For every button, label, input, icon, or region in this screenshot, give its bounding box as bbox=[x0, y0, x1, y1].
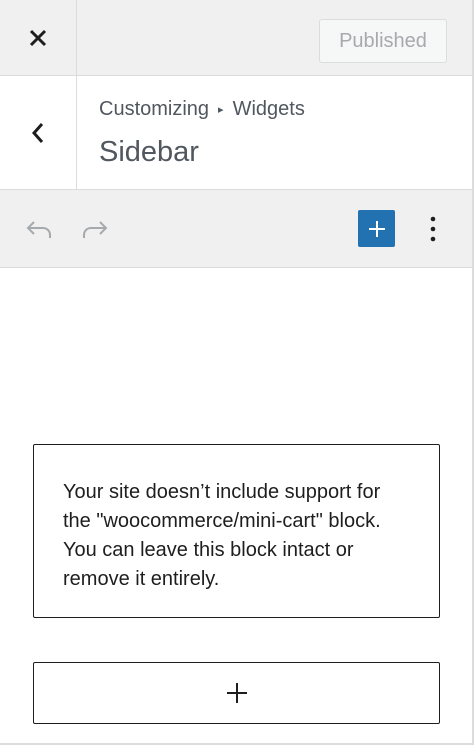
redo-button[interactable] bbox=[80, 214, 110, 244]
options-button[interactable] bbox=[420, 210, 446, 247]
section-header: Customizing ▸ Widgets Sidebar bbox=[0, 76, 472, 190]
undo-icon bbox=[26, 221, 51, 238]
breadcrumb-child: Widgets bbox=[232, 98, 305, 120]
chevron-left-icon bbox=[31, 123, 44, 143]
missing-block-notice[interactable]: Your site doesn’t include support for th… bbox=[33, 444, 440, 618]
plus-icon bbox=[226, 683, 247, 703]
close-button[interactable] bbox=[0, 0, 77, 76]
close-icon bbox=[29, 29, 47, 47]
more-vertical-icon bbox=[430, 216, 436, 241]
add-block-button[interactable] bbox=[358, 210, 395, 247]
redo-icon bbox=[83, 221, 108, 238]
back-button[interactable] bbox=[0, 76, 77, 190]
editor-toolbar bbox=[0, 190, 472, 268]
publish-button[interactable]: Published bbox=[319, 19, 447, 63]
section-title: Sidebar bbox=[99, 136, 199, 168]
customizer-panel: Published Customizing ▸ Widgets Sidebar bbox=[0, 0, 474, 745]
breadcrumb-parent: Customizing bbox=[99, 98, 210, 120]
breadcrumb: Customizing ▸ Widgets bbox=[99, 98, 305, 121]
undo-button[interactable] bbox=[24, 214, 54, 244]
notice-text: Your site doesn’t include support for th… bbox=[63, 481, 381, 590]
breadcrumb-separator: ▸ bbox=[218, 104, 224, 116]
block-appender-button[interactable] bbox=[33, 662, 440, 724]
plus-icon bbox=[368, 220, 385, 237]
customizer-header: Published bbox=[0, 0, 472, 76]
